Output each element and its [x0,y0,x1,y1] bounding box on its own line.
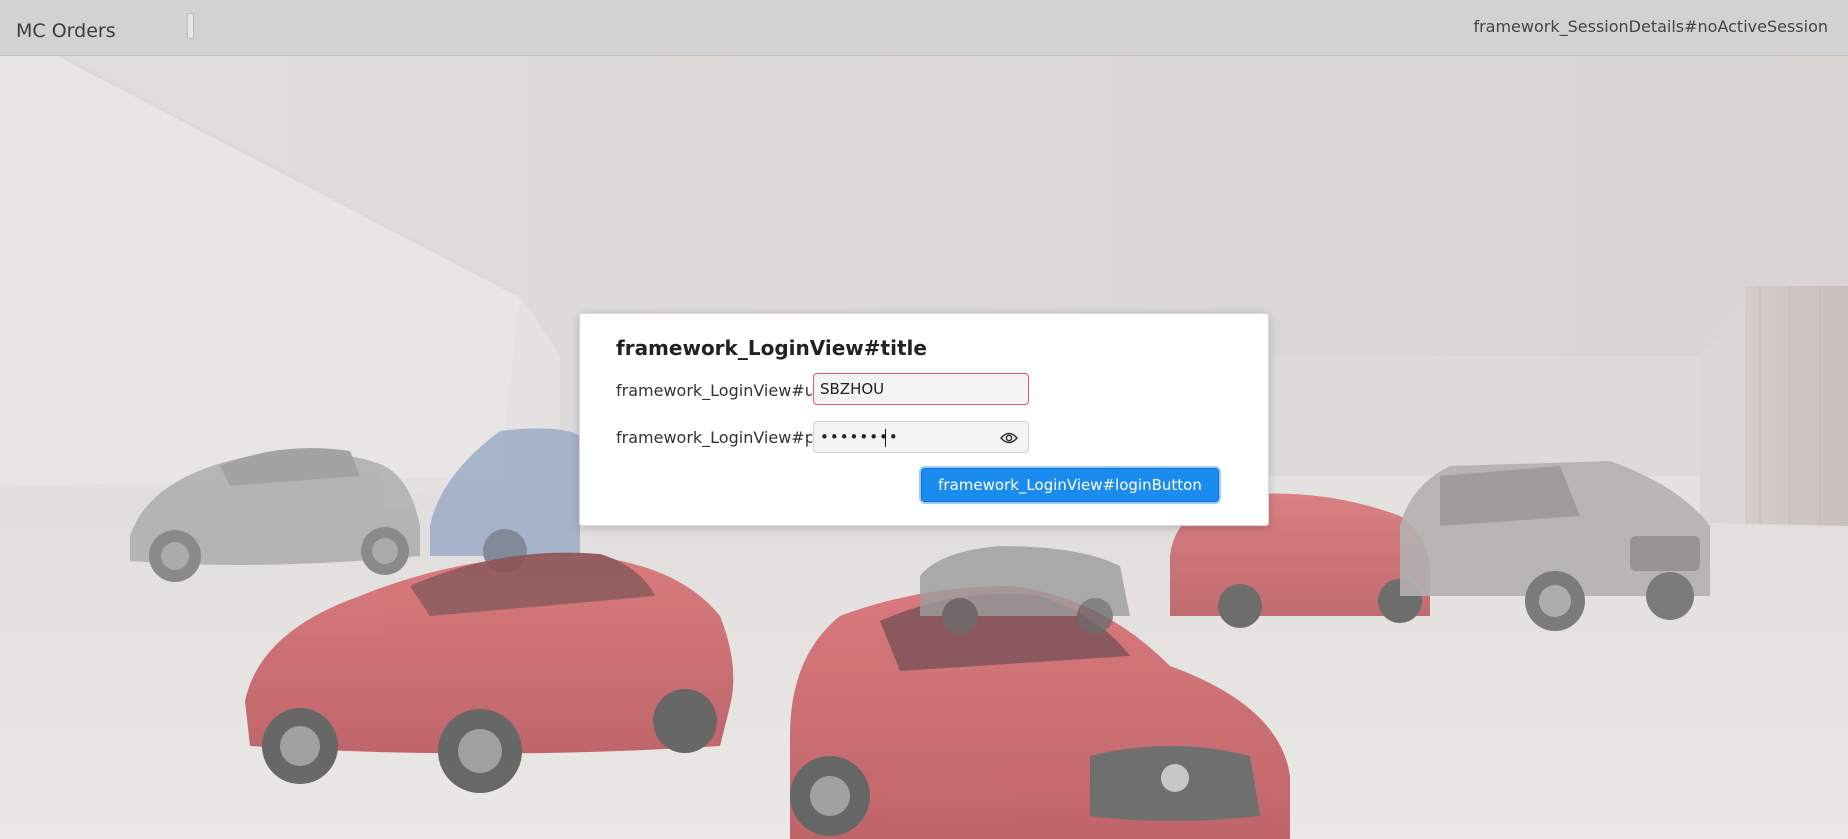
session-details: framework_SessionDetails#noActiveSession [1473,17,1828,36]
username-field[interactable] [813,373,1029,405]
password-field[interactable] [813,421,1029,453]
login-title: framework_LoginView#title [616,336,927,360]
eye-icon[interactable] [1000,430,1018,446]
login-dialog: framework_LoginView#title framework_Logi… [579,313,1269,526]
password-input[interactable] [814,422,989,452]
username-label: framework_LoginView#username [616,381,812,400]
app-title: MC Orders [16,20,116,42]
login-button[interactable]: framework_LoginView#loginButton [921,468,1219,502]
username-input[interactable] [814,374,1028,404]
top-bar: MC Orders framework_SessionDetails#noAct… [0,0,1848,56]
password-label: framework_LoginView#password [616,428,812,447]
text-caret [885,429,886,447]
menu-toggle-handle[interactable] [187,13,194,39]
